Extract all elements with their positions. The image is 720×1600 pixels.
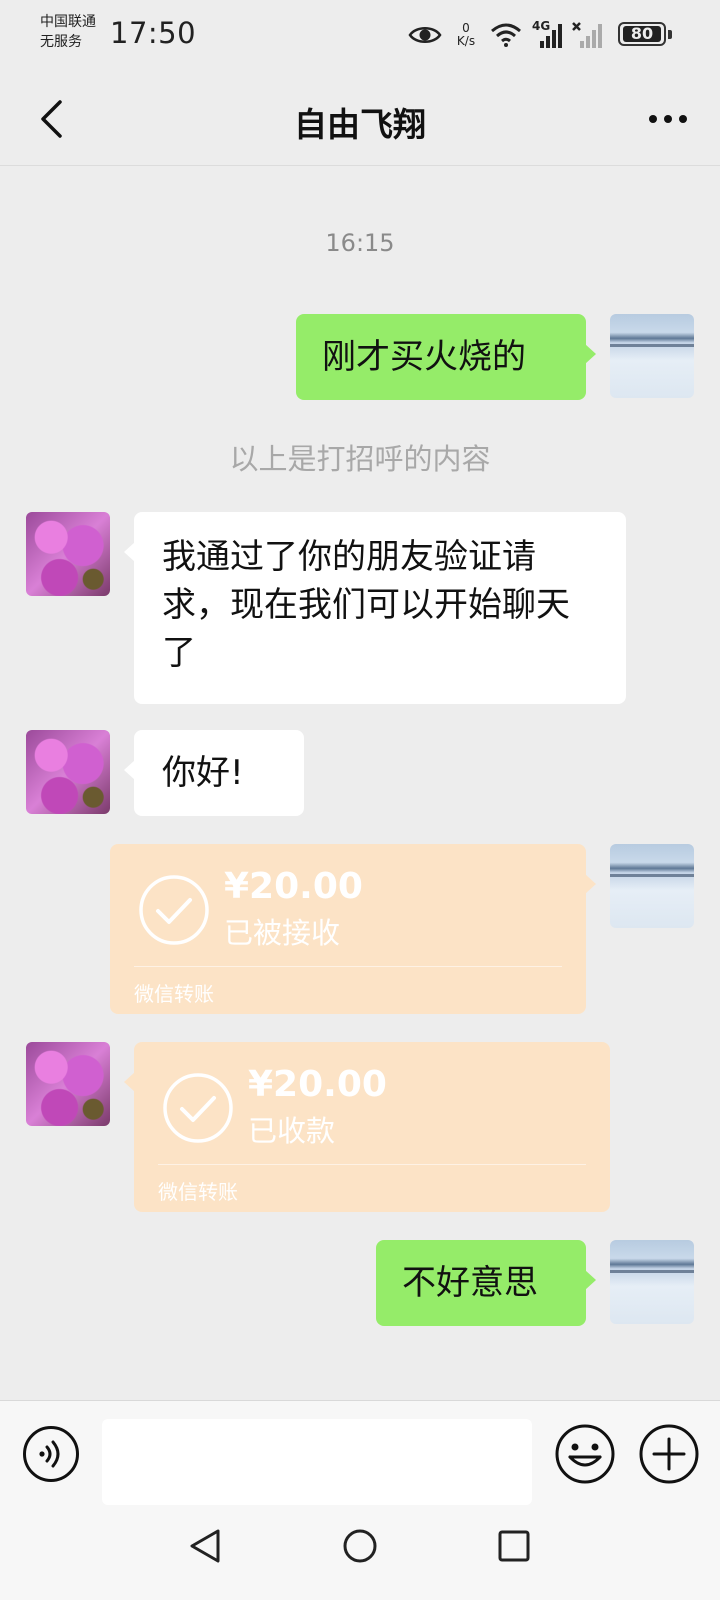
transfer-status: 已被接收 <box>224 916 341 950</box>
chat-title: 自由飞翔 <box>294 105 426 144</box>
message-input[interactable] <box>102 1419 532 1505</box>
contact-avatar[interactable] <box>26 512 110 596</box>
eye-icon <box>408 27 442 43</box>
contact-avatar[interactable] <box>26 730 110 814</box>
check-circle-icon <box>163 1073 233 1143</box>
square-recent-icon[interactable] <box>494 1526 534 1566</box>
my-avatar[interactable] <box>610 314 694 398</box>
speed-unit: K/s <box>456 34 476 48</box>
message-bubble-sent[interactable]: 不好意思 <box>376 1240 596 1326</box>
transfer-amount: ¥20.00 <box>248 1064 387 1105</box>
signal-icon <box>540 24 562 48</box>
battery-indicator: 80 <box>618 22 666 46</box>
my-avatar[interactable] <box>610 844 694 928</box>
wifi-icon <box>491 23 521 47</box>
circle-home-icon[interactable] <box>340 1526 380 1566</box>
transfer-label: 微信转账 <box>134 982 214 1006</box>
contact-avatar[interactable] <box>26 1042 110 1126</box>
voice-icon[interactable] <box>22 1425 80 1483</box>
more-button[interactable] <box>640 94 696 144</box>
carrier-name: 中国联通 <box>40 14 96 30</box>
message-bubble-received[interactable]: 你好! <box>124 730 304 816</box>
emoji-icon[interactable] <box>554 1423 616 1485</box>
no-signal-icon <box>572 22 602 48</box>
network-speed: 0 K/s <box>452 22 480 48</box>
chat-input-bar <box>0 1400 720 1508</box>
timestamp: 16:15 <box>325 229 395 257</box>
status-icons: 0 K/s 4G <box>408 18 602 52</box>
system-note: 以上是打招呼的内容 <box>229 442 491 476</box>
message-text: 不好意思 <box>402 1263 538 1303</box>
triangle-back-icon[interactable] <box>186 1526 226 1566</box>
check-circle-icon <box>139 875 209 945</box>
message-bubble-received[interactable]: 我通过了你的朋友验证请求，现在我们可以开始聊天了 <box>124 512 626 704</box>
transfer-card-received[interactable]: ¥20.00 已收款 微信转账 <box>124 1042 610 1212</box>
message-text: 你好! <box>162 753 244 793</box>
divider <box>134 966 562 967</box>
message-text: 刚才买火烧的 <box>322 337 526 377</box>
status-time: 17:50 <box>110 16 197 50</box>
battery-tip <box>668 30 672 39</box>
my-avatar[interactable] <box>610 1240 694 1324</box>
divider <box>158 1164 586 1165</box>
transfer-label: 微信转账 <box>158 1180 238 1204</box>
system-navigation-bar <box>0 1508 720 1600</box>
transfer-status: 已收款 <box>248 1114 336 1148</box>
carrier-info: 中国联通 无服务 <box>40 12 96 52</box>
message-text: 我通过了你的朋友验证请求，现在我们可以开始聊天了 <box>162 537 570 673</box>
more-dots-icon <box>649 115 687 123</box>
signal-4g: 4G <box>532 19 562 49</box>
chat-header: 自由飞翔 <box>0 72 720 166</box>
transfer-amount: ¥20.00 <box>224 866 363 907</box>
transfer-card-sent[interactable]: ¥20.00 已被接收 微信转账 <box>110 844 596 1014</box>
carrier-service: 无服务 <box>40 34 82 50</box>
plus-icon[interactable] <box>638 1423 700 1485</box>
message-bubble-sent[interactable]: 刚才买火烧的 <box>296 314 596 400</box>
battery-level: 80 <box>623 26 661 42</box>
status-bar: 中国联通 无服务 17:50 0 K/s 4G 80 <box>0 0 720 72</box>
